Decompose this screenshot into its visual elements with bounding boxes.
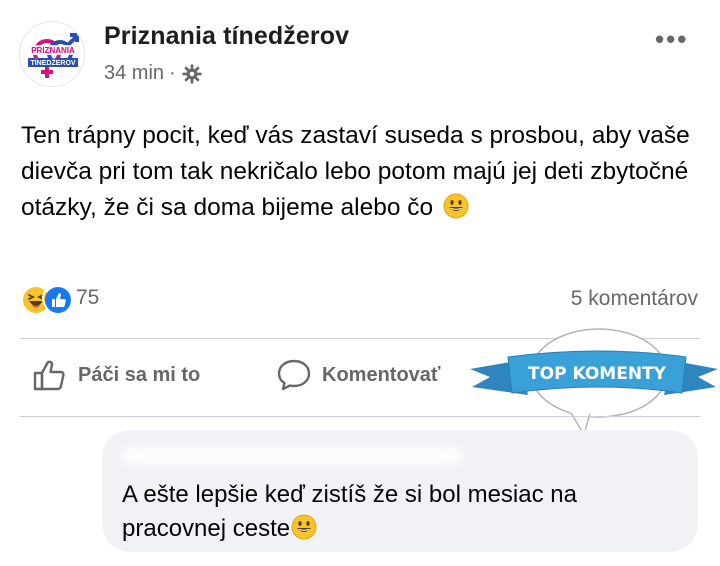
banner-label: TOP KOMENTY — [528, 364, 667, 384]
top-komenty-banner: TOP KOMENTY — [470, 328, 718, 436]
post-body: Ten trápny pocit, keď vás zastaví suseda… — [21, 118, 701, 226]
comment-button[interactable]: Komentovať — [276, 358, 441, 392]
post-meta: 34 min · — [104, 62, 203, 85]
avatar-logo-icon: PRIZNANIA TÍNEDŽEROV — [20, 22, 84, 86]
reactions-summary[interactable]: 75 — [20, 284, 100, 313]
thumbs-up-icon — [33, 360, 65, 391]
like-button[interactable]: Páči sa mi to — [32, 358, 200, 392]
avatar-text-top: PRIZNANIA — [31, 46, 75, 55]
comment-body: A ešte lepšie keď zistíš že si bol mesia… — [122, 478, 682, 546]
page-name-link[interactable]: Priznania tínedžerov — [104, 22, 349, 51]
grinning-face-emoji-icon — [291, 514, 317, 540]
more-horizontal-icon[interactable]: ••• — [655, 26, 688, 52]
comment-button-label: Komentovať — [322, 363, 441, 386]
comment-icon — [277, 359, 311, 391]
gear-icon[interactable] — [181, 63, 203, 85]
post-header: PRIZNANIA TÍNEDŽEROV Priznania tínedžero… — [0, 0, 720, 100]
commenter-name-redacted — [122, 446, 462, 466]
grinning-face-emoji-icon — [443, 193, 469, 219]
like-reaction-icon — [42, 284, 71, 313]
like-button-label: Páči sa mi to — [78, 363, 201, 386]
top-comment: A ešte lepšie keď zistíš že si bol mesia… — [102, 430, 698, 552]
post-text: Ten trápny pocit, keď vás zastaví suseda… — [21, 122, 690, 221]
page-avatar[interactable]: PRIZNANIA TÍNEDŽEROV — [19, 21, 85, 87]
comment-text: A ešte lepšie keď zistíš že si bol mesia… — [122, 481, 577, 542]
meta-separator: · — [169, 62, 176, 84]
divider-bottom — [20, 416, 700, 417]
post-time[interactable]: 34 min — [104, 62, 164, 85]
avatar-text-bottom: TÍNEDŽEROV — [30, 58, 75, 67]
reaction-count: 75 — [76, 286, 100, 309]
comments-count-link[interactable]: 5 komentárov — [571, 287, 698, 311]
